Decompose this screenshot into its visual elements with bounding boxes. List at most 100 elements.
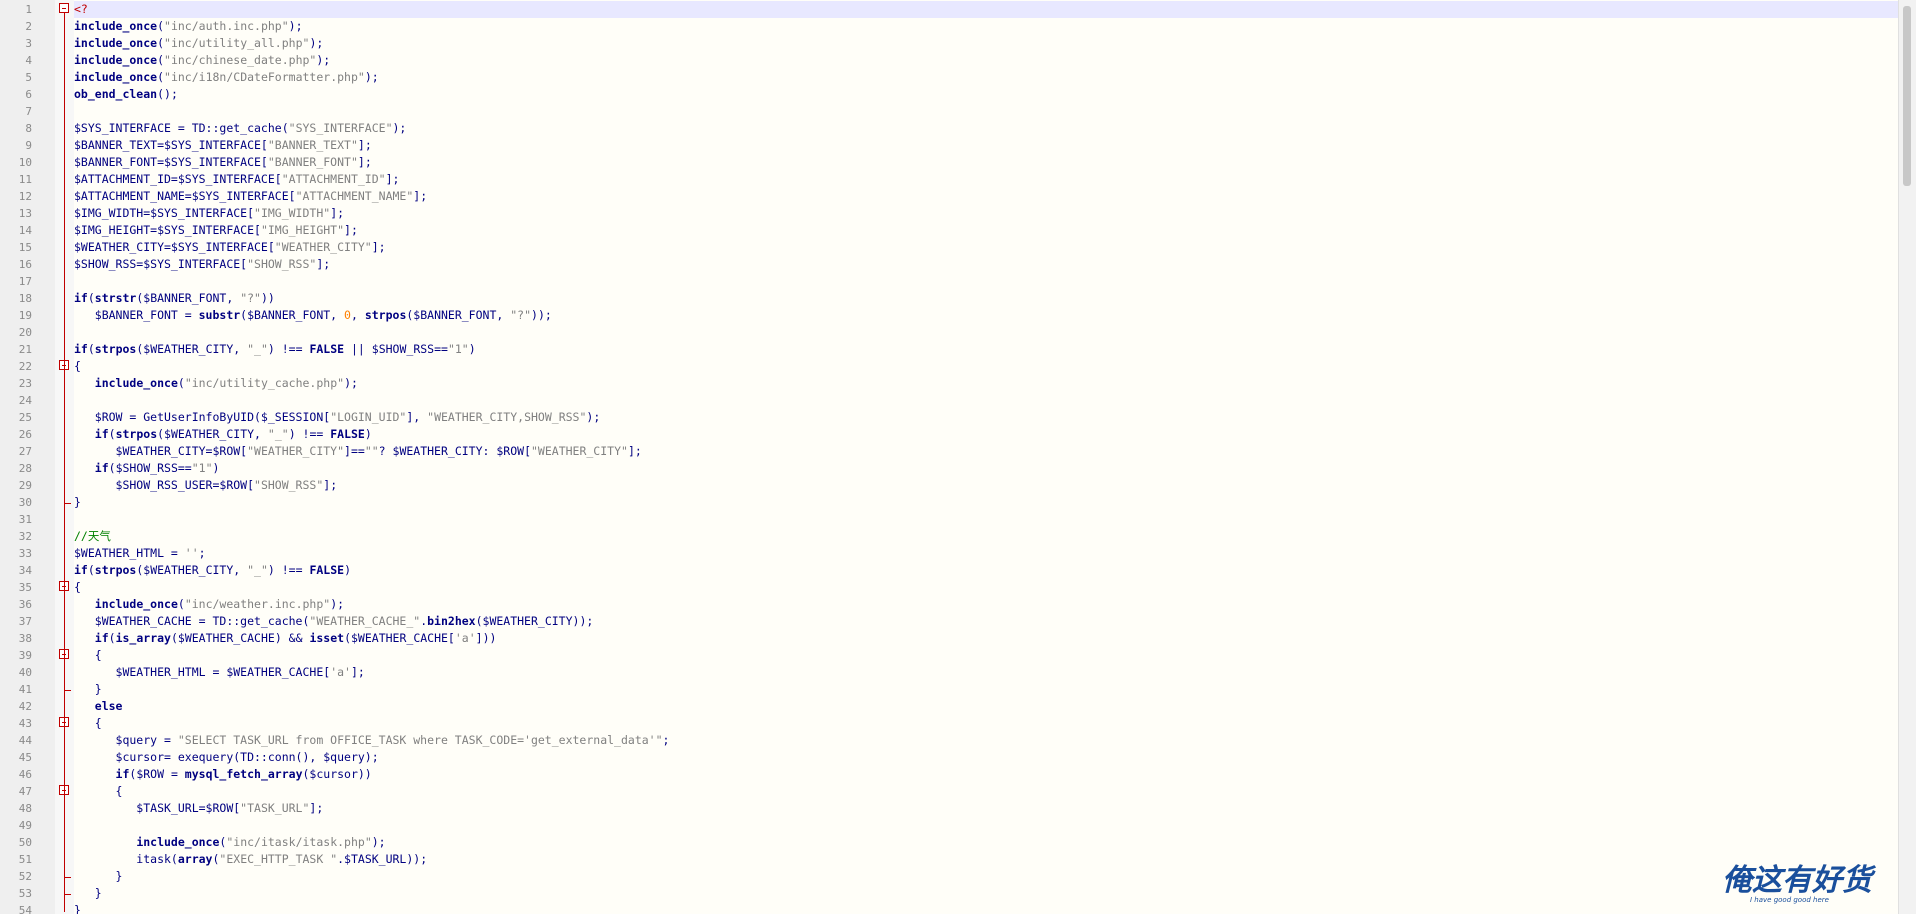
code-line[interactable]: 47 {	[19, 783, 1916, 800]
code-line[interactable]: 20	[19, 324, 1916, 341]
line-number: 17	[18, 275, 32, 288]
line-number: 15	[18, 241, 32, 254]
code-line[interactable]: 46 if($ROW = mysql_fetch_array($cursor))	[19, 766, 1916, 783]
code-text: if(strpos($WEATHER_CITY, "_") !== FALSE)	[94, 427, 372, 441]
code-line[interactable]: 33 $WEATHER_HTML = '';	[19, 545, 1916, 562]
line-number: 28	[18, 462, 32, 475]
code-text: $BANNER_TEXT=$SYS_INTERFACE["BANNER_TEXT…	[74, 138, 372, 152]
fold-end-marker	[64, 681, 71, 691]
code-text: if(strpos($WEATHER_CITY, "_") !== FALSE …	[74, 342, 476, 356]
code-line[interactable]: 4 include_once("inc/chinese_date.php");	[25, 52, 1916, 69]
line-number: 33	[18, 547, 32, 560]
line-number: 38	[18, 632, 32, 645]
code-line[interactable]: 48 $TASK_URL=$ROW["TASK_URL"];	[19, 800, 1916, 817]
line-number: 36	[18, 598, 32, 611]
code-line[interactable]: 3 include_once("inc/utility_all.php");	[25, 35, 1916, 52]
line-number: 34	[18, 564, 32, 577]
line-number: 40	[18, 666, 32, 679]
code-line[interactable]: 27 $WEATHER_CITY=$ROW["WEATHER_CITY"]=="…	[19, 443, 1916, 460]
code-text: include_once("inc/i18n/CDateFormatter.ph…	[74, 70, 379, 84]
code-line[interactable]: 16 $SHOW_RSS=$SYS_INTERFACE["SHOW_RSS"];	[19, 256, 1916, 273]
code-line[interactable]: 28 if($SHOW_RSS=="1")	[19, 460, 1916, 477]
code-line[interactable]: 6 ob_end_clean();	[25, 86, 1916, 103]
line-number: 1	[25, 3, 32, 16]
code-line[interactable]: 40 $WEATHER_HTML = $WEATHER_CACHE['a'];	[19, 664, 1916, 681]
line-number: 10	[18, 156, 32, 169]
line-number: 45	[18, 751, 32, 764]
line-number: 23	[18, 377, 32, 390]
code-line[interactable]: 35 {	[19, 579, 1916, 596]
code-text: if(is_array($WEATHER_CACHE) && isset($WE…	[94, 631, 497, 645]
code-line[interactable]: 12 $ATTACHMENT_NAME=$SYS_INTERFACE["ATTAC…	[19, 188, 1916, 205]
code-text: include_once("inc/utility_cache.php");	[94, 376, 358, 390]
code-text: ob_end_clean();	[74, 87, 178, 101]
code-text: include_once("inc/chinese_date.php");	[74, 53, 331, 67]
code-line[interactable]: 41 }	[19, 681, 1916, 698]
line-number: 11	[18, 173, 32, 186]
code-text: $WEATHER_CITY=$ROW["WEATHER_CITY"]==""? …	[74, 444, 642, 458]
line-number: 29	[18, 479, 32, 492]
code-line[interactable]: 32 //天气	[19, 528, 1916, 545]
code-line[interactable]: 37 $WEATHER_CACHE = TD::get_cache("WEATH…	[19, 613, 1916, 630]
code-text: include_once("inc/utility_all.php");	[74, 36, 324, 50]
line-number: 30	[18, 496, 32, 509]
code-line[interactable]: 24	[19, 392, 1916, 409]
code-area[interactable]: 1 <? 2 include_once("inc/auth.inc.php"); 3 in…	[19, 0, 1916, 914]
code-line[interactable]: 34 if(strpos($WEATHER_CITY, "_") !== FALS…	[19, 562, 1916, 579]
line-number: 24	[18, 394, 32, 407]
code-line[interactable]: 10 $BANNER_FONT=$SYS_INTERFACE["BANNER_FO…	[19, 154, 1916, 171]
code-line[interactable]: 7	[25, 103, 1916, 120]
code-line[interactable]: 9 $BANNER_TEXT=$SYS_INTERFACE["BANNER_TEX…	[25, 137, 1916, 154]
code-text: $ATTACHMENT_NAME=$SYS_INTERFACE["ATTACHM…	[74, 189, 428, 203]
line-number: 21	[18, 343, 32, 356]
vertical-scrollbar[interactable]	[1898, 0, 1916, 914]
code-line[interactable]: 38 if(is_array($WEATHER_CACHE) && isset(…	[19, 630, 1916, 647]
code-line[interactable]: 21 if(strpos($WEATHER_CITY, "_") !== FALS…	[19, 341, 1916, 358]
line-number: 37	[18, 615, 32, 628]
code-line[interactable]: 30}	[19, 494, 1916, 511]
code-text: $ROW = GetUserInfoByUID($_SESSION["LOGIN…	[74, 410, 601, 424]
code-line[interactable]: 29 $SHOW_RSS_USER=$ROW["SHOW_RSS"];	[19, 477, 1916, 494]
code-line[interactable]: 1 <?	[25, 1, 1916, 18]
code-line[interactable]: 2 include_once("inc/auth.inc.php");	[25, 18, 1916, 35]
code-line[interactable]: 23 include_once("inc/utility_cache.php")…	[19, 375, 1916, 392]
code-editor[interactable]: 1 <? 2 include_once("inc/auth.inc.php"); 3 in…	[0, 0, 1916, 914]
code-line[interactable]: 11 $ATTACHMENT_ID=$SYS_INTERFACE["ATTACHM…	[19, 171, 1916, 188]
code-line[interactable]: 43 {	[19, 715, 1916, 732]
code-line[interactable]: 13 $IMG_WIDTH=$SYS_INTERFACE["IMG_WIDTH"]…	[19, 205, 1916, 222]
watermark-logo-graphic: 俺这有好货 I have good good here	[1722, 863, 1877, 904]
code-line[interactable]: 49	[19, 817, 1916, 834]
code-line[interactable]: 15 $WEATHER_CITY=$SYS_INTERFACE["WEATHER_…	[19, 239, 1916, 256]
code-line[interactable]: 42 else	[19, 698, 1916, 715]
code-line[interactable]: 17	[19, 273, 1916, 290]
code-line[interactable]: 26 if(strpos($WEATHER_CITY, "_") !== FAL…	[19, 426, 1916, 443]
code-line[interactable]: 8 $SYS_INTERFACE = TD::get_cache("SYS_INT…	[25, 120, 1916, 137]
code-line[interactable]: 54}	[19, 902, 1916, 914]
code-line[interactable]: 31	[19, 511, 1916, 528]
code-text: $IMG_WIDTH=$SYS_INTERFACE["IMG_WIDTH"];	[74, 206, 345, 220]
line-number: 46	[18, 768, 32, 781]
code-text: $SHOW_RSS_USER=$ROW["SHOW_RSS"];	[74, 478, 338, 492]
code-line[interactable]: 18 if(strstr($BANNER_FONT, "?"))	[19, 290, 1916, 307]
code-line[interactable]: 39 {	[19, 647, 1916, 664]
line-number: 9	[25, 139, 32, 152]
code-line[interactable]: 52 }	[19, 868, 1916, 885]
code-line[interactable]: 51 itask(array("EXEC_HTTP_TASK ".$TASK_U…	[19, 851, 1916, 868]
code-text: if($ROW = mysql_fetch_array($cursor))	[115, 767, 372, 781]
code-line[interactable]: 14 $IMG_HEIGHT=$SYS_INTERFACE["IMG_HEIGHT…	[19, 222, 1916, 239]
code-line[interactable]: 45 $cursor= exequery(TD::conn(), $query)…	[19, 749, 1916, 766]
watermark-text: 俺这有好货	[1722, 863, 1877, 898]
code-text: }	[74, 495, 81, 509]
code-line[interactable]: 36 include_once("inc/weather.inc.php");	[19, 596, 1916, 613]
code-line[interactable]: 53 }	[19, 885, 1916, 902]
code-line[interactable]: 50 include_once("inc/itask/itask.php");	[19, 834, 1916, 851]
code-text: $TASK_URL=$ROW["TASK_URL"];	[74, 801, 324, 815]
scrollbar-thumb[interactable]	[1903, 6, 1911, 186]
code-line[interactable]: 5 include_once("inc/i18n/CDateFormatter.p…	[25, 69, 1916, 86]
code-line[interactable]: 19 $BANNER_FONT = substr($BANNER_FONT, 0…	[19, 307, 1916, 324]
code-line[interactable]: 25 $ROW = GetUserInfoByUID($_SESSION["LO…	[19, 409, 1916, 426]
code-line[interactable]: 44 $query = "SELECT TASK_URL from OFFICE…	[19, 732, 1916, 749]
line-number: 25	[18, 411, 32, 424]
code-line[interactable]: 22 {	[19, 358, 1916, 375]
line-number: 52	[18, 870, 32, 883]
